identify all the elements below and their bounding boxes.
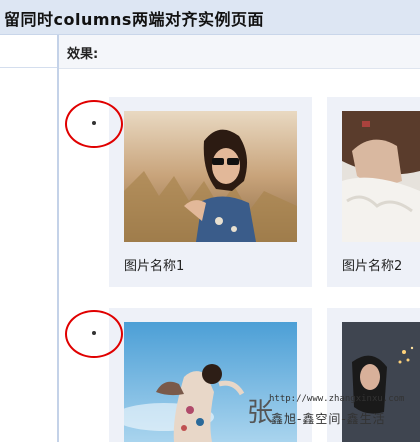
card-caption-1: 图片名称1 bbox=[124, 259, 185, 274]
image-card-1[interactable]: 图片名称1 bbox=[109, 97, 312, 287]
card-caption-2: 图片名称2 bbox=[342, 259, 403, 274]
card-image-1[interactable] bbox=[124, 111, 297, 242]
title-bar: 留同时columns两端对齐实例页面 bbox=[0, 0, 420, 35]
photo-woman-sunglasses-wheat-field bbox=[124, 111, 297, 242]
page-title: 留同时columns两端对齐实例页面 bbox=[4, 10, 264, 29]
image-card-2[interactable]: 图片名称2 bbox=[327, 97, 420, 287]
left-column bbox=[0, 35, 59, 442]
effect-label: 效果: bbox=[67, 47, 99, 62]
watermark: 张 http://www.zhangxinxu.com 鑫旭-鑫空间-鑫生活 bbox=[247, 392, 420, 432]
effect-header: 效果: bbox=[59, 35, 420, 69]
photo-woman-white-fur bbox=[342, 111, 420, 242]
watermark-subtitle: 鑫旭-鑫空间-鑫生活 bbox=[271, 412, 386, 426]
card-image-2[interactable] bbox=[342, 111, 420, 242]
watermark-url: http://www.zhangxinxu.com bbox=[269, 394, 405, 404]
annotation-circle-2 bbox=[65, 310, 123, 358]
main-content: 效果: 图片名称1 图片名称2 bbox=[59, 35, 420, 442]
left-column-divider bbox=[0, 67, 57, 68]
annotation-circle-1 bbox=[65, 100, 123, 148]
